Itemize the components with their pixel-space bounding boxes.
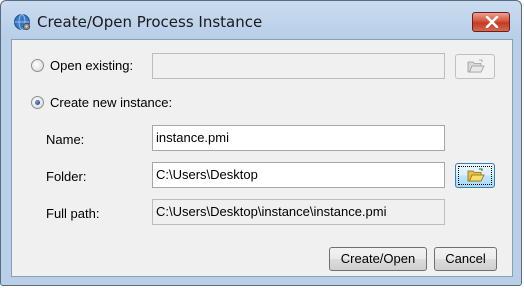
close-icon bbox=[485, 16, 499, 28]
app-icon bbox=[13, 13, 31, 31]
open-existing-radio[interactable] bbox=[31, 59, 44, 72]
create-new-radio[interactable] bbox=[31, 96, 44, 109]
open-existing-label[interactable]: Open existing: bbox=[50, 58, 133, 73]
name-input[interactable]: instance.pmi bbox=[152, 125, 445, 151]
create-new-label[interactable]: Create new instance: bbox=[50, 95, 172, 110]
dialog-body: Open existing: Create new instance: Name… bbox=[11, 39, 513, 277]
name-label: Name: bbox=[46, 132, 85, 147]
title-bar: Create/Open Process Instance bbox=[1, 1, 521, 39]
open-existing-browse-button[interactable] bbox=[455, 54, 495, 79]
open-existing-path-field[interactable] bbox=[152, 53, 445, 79]
folder-open-icon bbox=[467, 168, 485, 182]
dialog-window: Create/Open Process Instance Open existi… bbox=[0, 0, 522, 286]
fullpath-label: Full path: bbox=[46, 206, 100, 221]
window-title: Create/Open Process Instance bbox=[37, 13, 263, 31]
fullpath-field: C:\Users\Desktop\instance\instance.pmi bbox=[152, 199, 445, 225]
folder-browse-button[interactable] bbox=[455, 163, 495, 188]
folder-open-icon bbox=[467, 59, 485, 73]
cancel-button[interactable]: Cancel bbox=[434, 247, 497, 271]
folder-label: Folder: bbox=[46, 169, 87, 184]
close-button[interactable] bbox=[472, 12, 510, 32]
folder-input[interactable]: C:\Users\Desktop bbox=[152, 162, 445, 188]
create-open-button[interactable]: Create/Open bbox=[329, 247, 427, 271]
